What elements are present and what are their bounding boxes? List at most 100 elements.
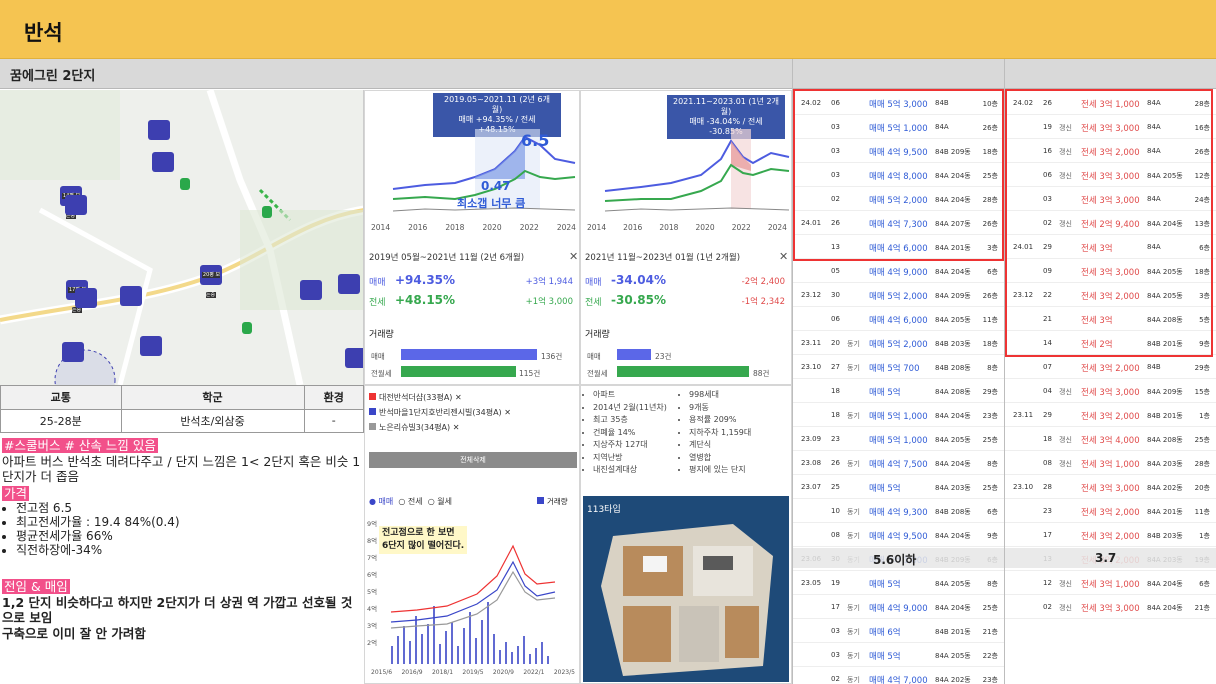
row-floor: 25층 <box>982 604 998 612</box>
transaction-row[interactable]: 10 동기 매매 4억 9,300 84B 208동 6층 <box>793 499 1004 523</box>
x-tick: 2018 <box>445 223 465 232</box>
map-pin[interactable] <box>345 348 363 368</box>
close-icon[interactable]: ✕ <box>569 250 578 263</box>
transaction-row[interactable]: 17 전세 3억 2,000 84B 203동 1층 <box>1005 523 1216 547</box>
transaction-row[interactable]: 18 동기 매매 5억 1,000 84A 204동 23층 <box>793 403 1004 427</box>
transaction-row[interactable]: 23.11 29 전세 3억 2,000 84B 201동 1층 <box>1005 403 1216 427</box>
compare-item[interactable]: 대전반석더샵(33평A) ✕ <box>369 390 511 405</box>
complex-name: 꿈에그린 2단지 <box>10 69 96 84</box>
row-unit: 84B 201동 <box>1147 412 1183 420</box>
map-pin[interactable] <box>75 288 97 308</box>
volume-sale-label: 매매 <box>587 352 601 361</box>
transaction-row[interactable]: 07 전세 3억 2,000 84B 29층 <box>1005 355 1216 379</box>
row-price: 전세 3억 4,000 <box>1081 436 1140 446</box>
row-unit: 84A 208동 <box>935 388 971 396</box>
rent-label: 전세 <box>585 298 602 308</box>
row-type: 동기 <box>847 628 860 636</box>
transaction-row[interactable]: 23.10 27 동기 매매 5억 700 84B 208동 8층 <box>793 355 1004 379</box>
transaction-row[interactable]: 08 동기 매매 4억 9,500 84A 204동 9층 <box>793 523 1004 547</box>
volume-rent-bar <box>617 366 749 377</box>
note-line: 아파트 버스 반석초 데려다주고 / 단지 느낌은 1< 2단지 혹은 비슷 1… <box>2 453 361 485</box>
map-pin[interactable] <box>300 280 322 300</box>
row-type: 동기 <box>847 532 860 540</box>
row-floor: 28층 <box>1194 460 1210 468</box>
row-type: 갱신 <box>1059 436 1072 444</box>
map-pin[interactable] <box>62 342 84 362</box>
row-type: 갱신 <box>1059 580 1072 588</box>
clear-all-button[interactable]: 전체삭제 <box>369 452 577 468</box>
compare-item[interactable]: 반석마을1단지호반리젠시빌(34평A) ✕ <box>369 405 511 420</box>
transaction-row[interactable]: 23.11 20 동기 매매 5억 2,000 84B 203동 18층 <box>793 331 1004 355</box>
transaction-row[interactable]: 23.12 30 매매 5억 2,000 84A 209동 26층 <box>793 283 1004 307</box>
row-month: 23.08 <box>801 459 822 467</box>
transaction-row[interactable]: 12 갱신 전세 3억 1,000 84A 204동 6층 <box>1005 571 1216 595</box>
y-tick: 2억 <box>367 639 378 647</box>
map-pin[interactable] <box>120 286 142 306</box>
row-unit: 84A 204동 <box>1147 580 1183 588</box>
row-unit: 84A 205동 <box>935 316 971 324</box>
row-unit: 84B 203동 <box>935 340 971 348</box>
row-price: 매매 5억 <box>869 580 901 590</box>
radio-sale[interactable]: ● 매매 <box>369 497 393 506</box>
map-pin[interactable] <box>140 336 162 356</box>
compare-item[interactable]: 노은리슈빌3(34평A) ✕ <box>369 420 511 435</box>
fact-item: 내진설계대상 <box>593 464 667 477</box>
transaction-row[interactable]: 03 동기 매매 6억 84B 201동 21층 <box>793 619 1004 643</box>
row-floor: 21층 <box>1194 604 1210 612</box>
transaction-row[interactable]: 17 동기 매매 4억 9,000 84A 204동 25층 <box>793 595 1004 619</box>
row-floor: 6층 <box>1199 580 1210 588</box>
radio-monthly[interactable]: ○ 월세 <box>428 497 452 506</box>
map-pin[interactable]: 20평 보는중 <box>200 265 222 298</box>
facts-left: 아파트 2014년 2월(11년차) 최고 35층 건폐율 14% 지상주차 1… <box>593 389 667 477</box>
transaction-row[interactable]: 18 갱신 전세 3억 4,000 84A 208동 25층 <box>1005 427 1216 451</box>
row-type: 동기 <box>847 604 860 612</box>
row-unit: 84B <box>1147 363 1161 371</box>
radio-label: 월세 <box>437 497 452 506</box>
transaction-row[interactable]: 04 갱신 전세 3억 3,000 84A 209동 15층 <box>1005 379 1216 403</box>
transaction-row[interactable]: 02 갱신 전세 3억 3,000 84A 204동 21층 <box>1005 595 1216 619</box>
transaction-row[interactable]: 03 동기 매매 5억 84A 205동 22층 <box>793 643 1004 667</box>
row-day: 12 <box>1043 579 1052 587</box>
close-icon[interactable]: ✕ <box>779 250 788 263</box>
row-day: 17 <box>831 603 840 611</box>
page-title: 반석 <box>24 21 63 45</box>
rent-amount: +1억 3,000 <box>525 297 573 307</box>
row-floor: 18층 <box>982 340 998 348</box>
location-map[interactable]: 14평 보는중 20평 보는중 17평 보는중 <box>0 90 364 385</box>
fact-item: 최고 35층 <box>593 414 667 427</box>
page-header: 반석 <box>0 0 1216 59</box>
transaction-row[interactable]: 02 동기 매매 4억 7,000 84A 202동 23층 <box>793 667 1004 684</box>
map-pin[interactable] <box>152 152 174 172</box>
map-pin[interactable] <box>148 120 170 140</box>
map-pin[interactable] <box>65 195 87 215</box>
transaction-row[interactable]: 18 매매 5억 84A 208동 29층 <box>793 379 1004 403</box>
row-unit: 84A 204동 <box>935 412 971 420</box>
sale-label: 매매 <box>369 278 386 288</box>
row-price: 매매 4억 7,000 <box>869 676 928 684</box>
row-day: 23 <box>831 435 840 443</box>
tag-price: 가격 <box>2 485 30 501</box>
transaction-row[interactable]: 23.09 23 매매 5억 1,000 84A 205동 25층 <box>793 427 1004 451</box>
volume-label: 거래량 <box>369 330 394 340</box>
transaction-row[interactable]: 23.05 19 매매 5억 84A 205동 8층 <box>793 571 1004 595</box>
price-chart-right: 2021.11~2023.01 (1년 2개월) 매매 -34.04% / 전세… <box>580 90 792 385</box>
y-tick: 9억 <box>367 520 378 528</box>
rent-pct: +48.15% <box>395 293 456 307</box>
row-unit: 84A 203동 <box>935 484 971 492</box>
radio-rent[interactable]: ○ 전세 <box>398 497 422 506</box>
row-floor: 8층 <box>987 460 998 468</box>
row-price: 전세 3억 1,000 <box>1081 460 1140 470</box>
row-type: 동기 <box>847 460 860 468</box>
transaction-row[interactable]: 23 전세 3억 2,000 84A 201동 11층 <box>1005 499 1216 523</box>
row-price: 전세 3억 3,000 <box>1081 388 1140 398</box>
row-floor: 8층 <box>987 364 998 372</box>
radio-label: 매매 <box>378 497 394 506</box>
row-type: 동기 <box>847 676 860 684</box>
transaction-row[interactable]: 23.07 25 매매 5억 84A 203동 25층 <box>793 475 1004 499</box>
map-pin[interactable] <box>338 274 360 294</box>
transaction-row[interactable]: 06 매매 4억 6,000 84A 205동 11층 <box>793 307 1004 331</box>
transaction-row[interactable]: 08 갱신 전세 3억 1,000 84A 203동 28층 <box>1005 451 1216 475</box>
transaction-row[interactable]: 23.10 28 전세 3억 3,000 84A 202동 20층 <box>1005 475 1216 499</box>
transaction-row[interactable]: 23.08 26 동기 매매 4억 7,500 84A 204동 8층 <box>793 451 1004 475</box>
transaction-row[interactable]: 05 매매 4억 9,000 84A 204동 6층 <box>793 259 1004 283</box>
